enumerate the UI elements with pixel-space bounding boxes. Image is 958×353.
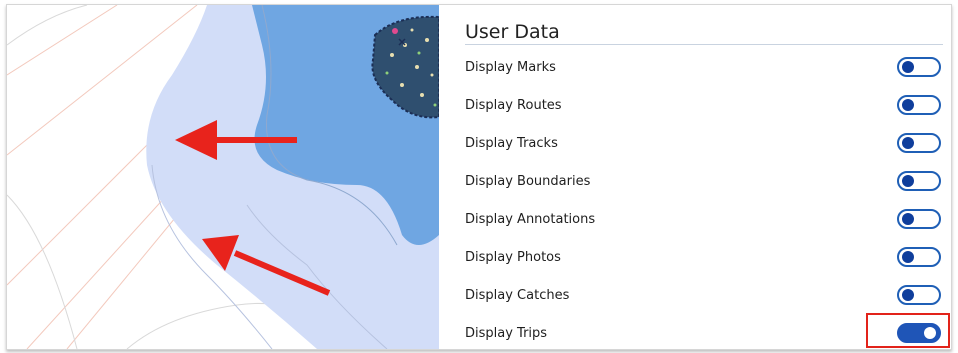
toggle-knob <box>902 289 914 301</box>
setting-row-tracks: Display Tracks <box>439 125 951 163</box>
setting-row-catches: Display Catches <box>439 277 951 315</box>
toggle-display-annotations[interactable] <box>897 209 941 229</box>
setting-label-trips: Display Trips <box>465 326 548 341</box>
toggle-knob <box>902 137 914 149</box>
setting-label-tracks: Display Tracks <box>465 136 558 151</box>
chart-map-graphic <box>7 5 439 349</box>
toggle-knob <box>902 213 914 225</box>
toggle-display-catches[interactable] <box>897 285 941 305</box>
toggle-display-routes[interactable] <box>897 95 941 115</box>
toggle-knob <box>902 61 914 73</box>
chart-map[interactable] <box>7 5 439 349</box>
setting-label-routes: Display Routes <box>465 98 562 113</box>
toggle-knob <box>902 175 914 187</box>
toggle-display-boundaries[interactable] <box>897 171 941 191</box>
setting-label-marks: Display Marks <box>465 60 556 75</box>
toggle-knob <box>902 251 914 263</box>
toggle-knob <box>902 99 914 111</box>
setting-row-marks: Display Marks <box>439 49 951 87</box>
panel-title: User Data <box>465 21 560 43</box>
setting-label-catches: Display Catches <box>465 288 570 303</box>
setting-label-boundaries: Display Boundaries <box>465 174 591 189</box>
setting-row-boundaries: Display Boundaries <box>439 163 951 201</box>
setting-row-photos: Display Photos <box>439 239 951 277</box>
setting-label-photos: Display Photos <box>465 250 561 265</box>
setting-row-annotations: Display Annotations <box>439 201 951 239</box>
toggle-display-marks[interactable] <box>897 57 941 77</box>
user-data-panel: User Data Display Marks Display Routes D… <box>439 5 951 349</box>
setting-label-annotations: Display Annotations <box>465 212 596 227</box>
toggle-display-photos[interactable] <box>897 247 941 267</box>
setting-row-routes: Display Routes <box>439 87 951 125</box>
screenshot-frame: User Data Display Marks Display Routes D… <box>6 4 952 350</box>
highlight-annotation-box <box>866 313 950 348</box>
title-divider <box>465 44 943 45</box>
toggle-display-tracks[interactable] <box>897 133 941 153</box>
